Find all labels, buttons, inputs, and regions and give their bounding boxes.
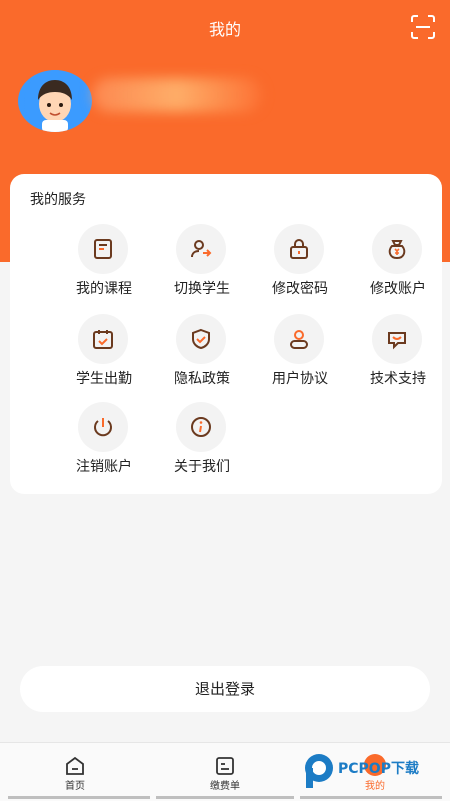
tab-divider (156, 796, 294, 799)
tab-label: 缴费单 (210, 781, 240, 792)
service-label: 关于我们 (174, 459, 230, 475)
tab-divider (300, 796, 442, 799)
user-name-blurred (92, 78, 262, 112)
tab-home[interactable]: 首页 (0, 743, 150, 801)
money-bag-icon (388, 240, 406, 260)
service-about-us[interactable]: 关于我们 (153, 402, 251, 484)
service-my-courses[interactable]: 我的课程 (55, 224, 153, 306)
service-change-password[interactable]: 修改密码 (251, 224, 349, 306)
book-icon (94, 239, 112, 259)
shield-check-icon (192, 328, 210, 350)
scan-icon (411, 15, 435, 39)
tab-divider (8, 796, 150, 799)
service-switch-student[interactable]: 切换学生 (153, 224, 251, 306)
services-grid: 我的课程 切换学生 修改密码 修改账户 学生出勤 隐私政策 用户协议 技术支持 … (10, 174, 442, 494)
page-title: 我的 (208, 20, 241, 39)
service-label: 隐私政策 (174, 371, 230, 387)
power-icon (94, 418, 112, 437)
lock-icon (290, 239, 308, 259)
switch-user-icon (191, 240, 212, 258)
info-icon (191, 417, 211, 437)
service-label: 用户协议 (272, 371, 328, 387)
service-label: 我的课程 (76, 281, 132, 297)
service-user-agreement[interactable]: 用户协议 (251, 314, 349, 396)
home-icon (66, 756, 84, 775)
service-label: 学生出勤 (76, 371, 132, 387)
watermark-text: PCPOP下载 (338, 761, 419, 777)
avatar[interactable] (18, 70, 92, 132)
tab-label: 首页 (65, 781, 85, 792)
service-change-account[interactable]: 修改账户 (349, 224, 447, 306)
logout-button[interactable]: 退出登录 (20, 666, 430, 712)
chat-icon (388, 332, 406, 350)
service-label: 切换学生 (174, 281, 230, 297)
service-tech-support[interactable]: 技术支持 (349, 314, 447, 396)
watermark: PCPOP下载 (302, 752, 442, 792)
service-label: 技术支持 (370, 371, 426, 387)
service-privacy-policy[interactable]: 隐私政策 (153, 314, 251, 396)
service-label: 修改密码 (272, 281, 328, 297)
calendar-check-icon (93, 330, 113, 349)
bill-icon (216, 757, 234, 775)
tab-bill[interactable]: 缴费单 (150, 743, 300, 801)
services-card: 我的服务 我的课程 切换学生 修改密码 修改账户 学生出勤 隐私政策 用户协议 … (10, 174, 442, 494)
user-icon (290, 330, 308, 349)
watermark-logo-icon (305, 754, 333, 788)
service-student-attendance[interactable]: 学生出勤 (55, 314, 153, 396)
service-label: 注销账户 (76, 459, 132, 475)
scan-button[interactable] (410, 14, 436, 40)
service-label: 修改账户 (370, 281, 426, 297)
service-delete-account[interactable]: 注销账户 (55, 402, 153, 484)
